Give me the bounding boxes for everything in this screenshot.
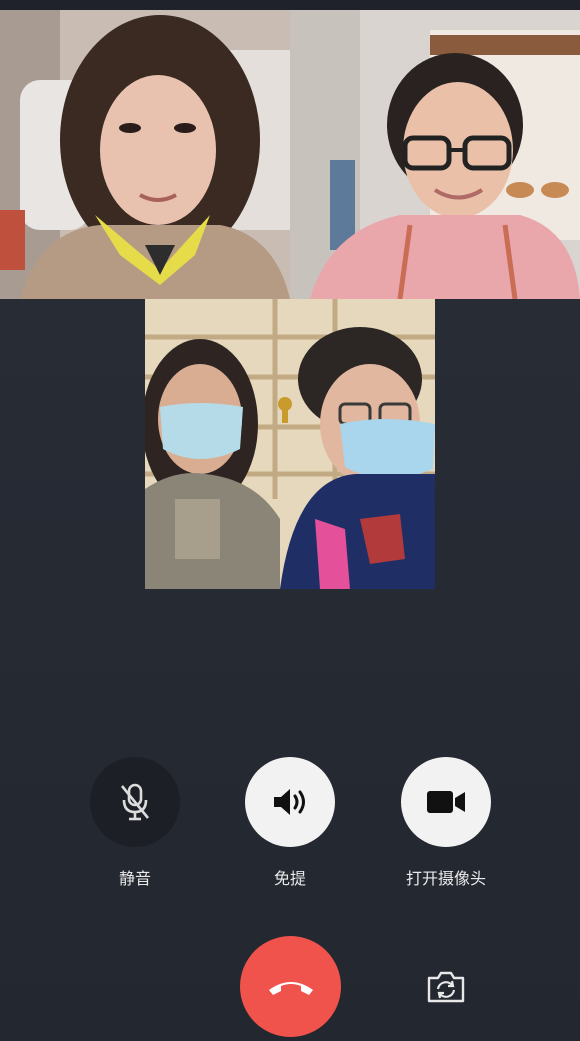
speaker-button[interactable]	[245, 757, 335, 847]
camera-button[interactable]	[401, 757, 491, 847]
speaker-control: 免提	[245, 757, 335, 889]
speaker-icon	[274, 789, 305, 815]
mute-button[interactable]	[90, 757, 180, 847]
camera-control: 打开摄像头	[401, 757, 491, 889]
switch-camera-icon	[427, 971, 465, 1003]
mic-off-icon	[120, 783, 150, 821]
switch-camera-button[interactable]	[424, 967, 468, 1007]
participant-3-feed	[145, 299, 435, 589]
mute-label: 静音	[118, 869, 151, 888]
status-bar	[0, 0, 580, 10]
video-call-screen: 静音 免提 打开摄像头	[0, 0, 580, 1041]
participant-video-2[interactable]	[290, 10, 580, 299]
video-camera-icon	[427, 791, 465, 813]
speaker-label: 免提	[273, 869, 306, 888]
hang-up-button[interactable]	[240, 936, 341, 1037]
hang-up-icon	[268, 981, 313, 995]
camera-label: 打开摄像头	[405, 869, 486, 888]
participant-video-3[interactable]	[145, 299, 435, 589]
participant-2-feed	[290, 10, 580, 299]
participant-video-1[interactable]	[0, 10, 290, 299]
participant-1-feed	[0, 10, 290, 299]
mute-control: 静音	[90, 757, 180, 889]
